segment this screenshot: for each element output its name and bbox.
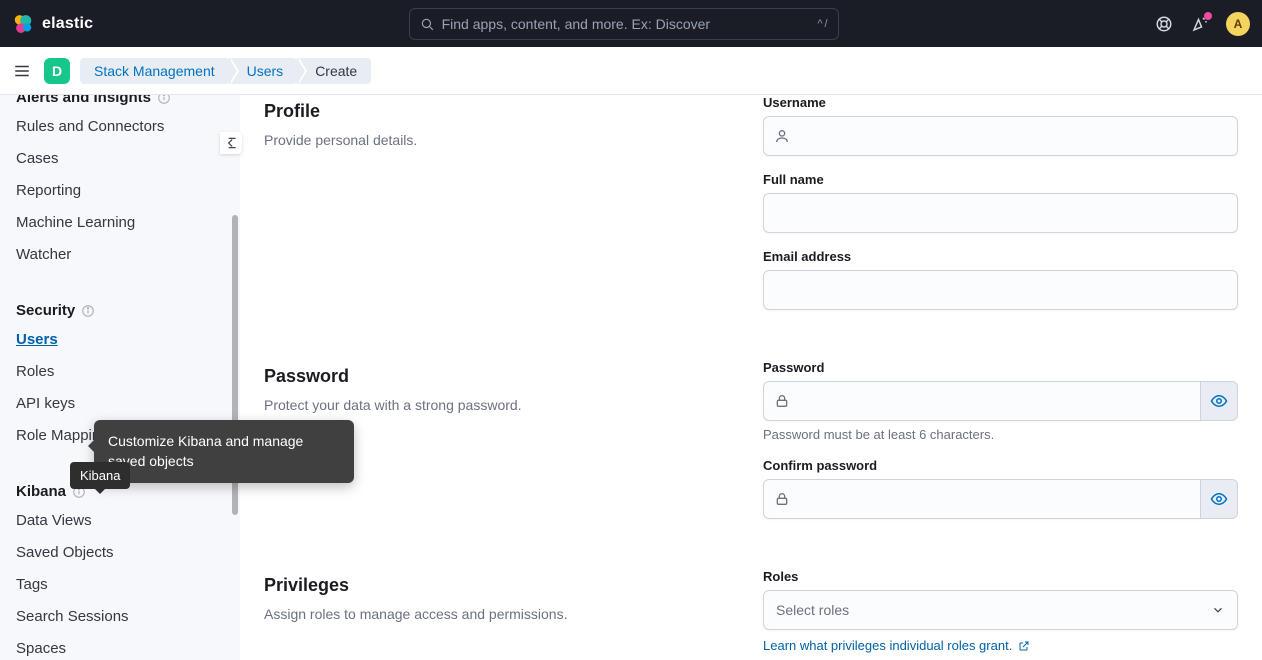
privileges-section: Privileges Assign roles to manage access… — [264, 569, 739, 660]
sidebar-item-data-views[interactable]: Data Views — [0, 506, 240, 538]
sidebar-item-reporting[interactable]: Reporting — [0, 176, 240, 208]
elastic-logo-icon — [12, 13, 34, 35]
password-field[interactable] — [763, 381, 1201, 421]
sidebar-item-saved-objects[interactable]: Saved Objects — [0, 538, 240, 570]
password-title: Password — [264, 366, 739, 387]
kibana-label-tooltip: Kibana — [70, 462, 130, 489]
roles-learn-link[interactable]: Learn what privileges individual roles g… — [763, 638, 1030, 653]
sidebar-item-tags[interactable]: Tags — [0, 570, 240, 602]
username-field[interactable] — [763, 116, 1238, 156]
profile-title: Profile — [264, 101, 739, 122]
user-avatar[interactable]: A — [1226, 12, 1250, 36]
email-field[interactable] — [763, 270, 1238, 310]
search-shortcut: ^/ — [817, 18, 827, 30]
collapse-icon — [224, 136, 238, 150]
profile-section: Profile Provide personal details. — [264, 95, 739, 326]
nav-section-alerts: Alerts and Insights — [0, 95, 240, 112]
side-nav: Alerts and Insights Rules and Connectors… — [0, 95, 240, 660]
privileges-desc: Assign roles to manage access and permis… — [264, 604, 739, 625]
external-link-icon — [1018, 640, 1030, 652]
sidebar-item-roles[interactable]: Roles — [0, 357, 240, 389]
app-header: elastic Find apps, content, and more. Ex… — [0, 0, 1262, 47]
sidebar-item-spaces[interactable]: Spaces — [0, 634, 240, 660]
confirm-password-reveal-button[interactable] — [1201, 479, 1238, 519]
eye-icon — [1210, 392, 1228, 410]
username-label: Username — [763, 95, 1238, 110]
roles-select[interactable]: Select roles — [763, 590, 1238, 630]
search-icon — [420, 17, 434, 31]
confirm-password-label: Confirm password — [763, 458, 1238, 473]
sidebar-item-machine-learning[interactable]: Machine Learning — [0, 208, 240, 240]
main-content: Profile Provide personal details. Userna… — [240, 95, 1262, 660]
breadcrumb-stack-management[interactable]: Stack Management — [80, 58, 229, 84]
sidebar-item-search-sessions[interactable]: Search Sessions — [0, 602, 240, 634]
nav-section-security: Security — [0, 286, 240, 325]
space-selector[interactable]: D — [44, 58, 70, 84]
info-icon[interactable] — [157, 95, 171, 105]
lock-icon — [774, 393, 790, 409]
password-helper: Password must be at least 6 characters. — [763, 427, 1238, 442]
sub-header: D Stack Management Users Create — [0, 47, 1262, 95]
password-desc: Protect your data with a strong password… — [264, 395, 739, 416]
sidebar-collapse-toggle[interactable] — [220, 132, 242, 154]
sidebar-item-api-keys[interactable]: API keys — [0, 389, 240, 421]
sidebar-item-cases[interactable]: Cases — [0, 144, 240, 176]
user-icon — [774, 128, 790, 144]
password-label: Password — [763, 360, 1238, 375]
roles-placeholder: Select roles — [776, 602, 849, 618]
help-icon[interactable] — [1154, 14, 1174, 34]
eye-icon — [1210, 490, 1228, 508]
brand-name: elastic — [42, 15, 93, 33]
sidebar-scrollbar[interactable] — [232, 95, 238, 660]
lock-icon — [774, 491, 790, 507]
kibana-section-tooltip: Customize Kibana and manage saved object… — [94, 420, 354, 483]
roles-label: Roles — [763, 569, 1238, 584]
lifering-icon — [1155, 15, 1173, 33]
fullname-field[interactable] — [763, 193, 1238, 233]
confirm-password-field[interactable] — [763, 479, 1201, 519]
profile-desc: Provide personal details. — [264, 130, 739, 151]
info-icon[interactable] — [81, 304, 95, 318]
global-search[interactable]: Find apps, content, and more. Ex: Discov… — [409, 8, 839, 40]
menu-icon — [13, 62, 31, 80]
notification-dot — [1204, 12, 1212, 20]
newsfeed-icon[interactable] — [1190, 14, 1210, 34]
brand-logo[interactable]: elastic — [12, 13, 93, 35]
sidebar-item-watcher[interactable]: Watcher — [0, 240, 240, 272]
password-reveal-button[interactable] — [1201, 381, 1238, 421]
email-label: Email address — [763, 249, 1238, 264]
nav-toggle[interactable] — [10, 59, 34, 83]
chevron-down-icon — [1211, 603, 1225, 617]
fullname-label: Full name — [763, 172, 1238, 187]
search-placeholder: Find apps, content, and more. Ex: Discov… — [442, 16, 810, 32]
sidebar-item-users[interactable]: Users — [0, 325, 240, 357]
privileges-title: Privileges — [264, 575, 739, 596]
breadcrumb: Stack Management Users Create — [80, 58, 371, 84]
sidebar-item-rules-connectors[interactable]: Rules and Connectors — [0, 112, 240, 144]
